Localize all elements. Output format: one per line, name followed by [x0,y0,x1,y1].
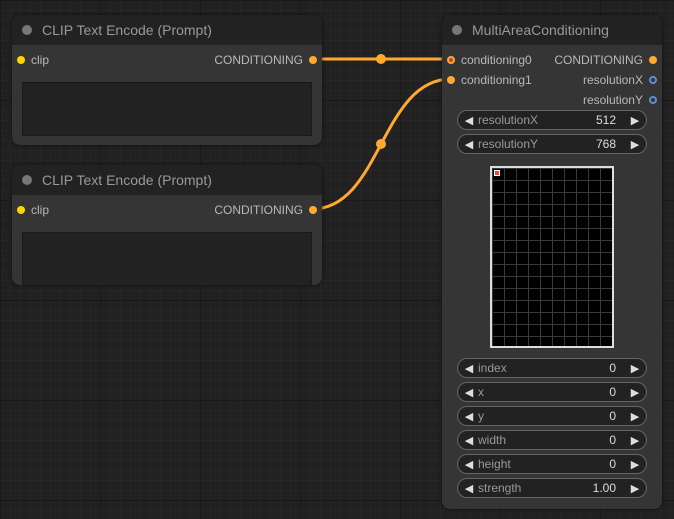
input-slot-clip[interactable]: clip [17,50,49,70]
input-slot-conditioning0[interactable]: conditioning0 [447,50,532,70]
node-title-bar[interactable]: MultiAreaConditioning [442,15,662,45]
area-preview-canvas[interactable] [490,166,614,348]
input-slot-conditioning1[interactable]: conditioning1 [447,70,532,90]
widget-strength[interactable]: ◀ strength 1.00 ▶ [457,478,647,498]
increment-arrow-icon[interactable]: ▶ [628,114,642,127]
output-slot-label: CONDITIONING [554,53,643,67]
increment-arrow-icon[interactable]: ▶ [628,138,642,151]
clip-text-encode-node-2[interactable]: CLIP Text Encode (Prompt) clip CONDITION… [12,165,322,286]
widget-height[interactable]: ◀ height 0 ▶ [457,454,647,474]
conditioning-input-dot-icon[interactable] [447,76,455,84]
output-slot-label: resolutionY [582,93,643,107]
widget-resolutiony[interactable]: ◀ resolutionY 768 ▶ [457,134,647,154]
output-slot-label: CONDITIONING [214,53,303,67]
decrement-arrow-icon[interactable]: ◀ [462,114,476,127]
link-midpoint-handle[interactable] [376,54,386,64]
node-title: MultiAreaConditioning [472,22,609,38]
conditioning-output-dot-icon[interactable] [309,206,317,214]
node-title-bar[interactable]: CLIP Text Encode (Prompt) [12,15,322,45]
multi-area-conditioning-node[interactable]: MultiAreaConditioning conditioning0 cond… [442,15,662,509]
widget-value[interactable]: 0 [609,457,616,471]
widget-value[interactable]: 0 [609,361,616,375]
prompt-text-input[interactable] [22,82,312,136]
int-output-dot-icon[interactable] [649,76,657,84]
collapse-dot-icon[interactable] [22,175,32,185]
output-slot-label: CONDITIONING [214,203,303,217]
widget-label: x [478,385,484,399]
decrement-arrow-icon[interactable]: ◀ [462,138,476,151]
output-slot-conditioning[interactable]: CONDITIONING [214,50,317,70]
increment-arrow-icon[interactable]: ▶ [628,482,642,495]
widget-label: width [478,433,507,447]
output-slot-conditioning[interactable]: CONDITIONING [214,200,317,220]
input-slot-label: conditioning0 [461,53,532,67]
input-slot-label: clip [31,203,50,217]
clip-input-dot-icon[interactable] [17,206,25,214]
widget-value[interactable]: 1.00 [593,481,616,495]
widget-index[interactable]: ◀ index 0 ▶ [457,358,647,378]
widget-label: y [478,409,484,423]
decrement-arrow-icon[interactable]: ◀ [462,458,476,471]
increment-arrow-icon[interactable]: ▶ [628,434,642,447]
widget-value[interactable]: 768 [596,137,616,151]
widget-label: resolutionX [478,113,539,127]
decrement-arrow-icon[interactable]: ◀ [462,482,476,495]
widget-label: strength [478,481,522,495]
widget-value[interactable]: 0 [609,385,616,399]
output-slot-resolutiony[interactable]: resolutionY [583,90,657,110]
increment-arrow-icon[interactable]: ▶ [628,362,642,375]
node-title: CLIP Text Encode (Prompt) [42,22,212,38]
node-title-bar[interactable]: CLIP Text Encode (Prompt) [12,165,322,195]
widget-x[interactable]: ◀ x 0 ▶ [457,382,647,402]
link-midpoint-handle[interactable] [376,139,386,149]
widget-resolutionx[interactable]: ◀ resolutionX 512 ▶ [457,110,647,130]
output-slot-conditioning[interactable]: CONDITIONING [554,50,657,70]
input-slot-label: conditioning1 [461,73,532,87]
widget-label: height [478,457,511,471]
input-slot-label: clip [31,53,50,67]
area-marker-icon[interactable] [494,170,500,176]
widget-y[interactable]: ◀ y 0 ▶ [457,406,647,426]
decrement-arrow-icon[interactable]: ◀ [462,362,476,375]
prompt-text-input[interactable] [22,232,312,286]
widget-value[interactable]: 0 [609,433,616,447]
conditioning-input-dot-icon[interactable] [447,56,455,64]
decrement-arrow-icon[interactable]: ◀ [462,386,476,399]
increment-arrow-icon[interactable]: ▶ [628,410,642,423]
conditioning-output-dot-icon[interactable] [649,56,657,64]
clip-text-encode-node-1[interactable]: CLIP Text Encode (Prompt) clip CONDITION… [12,15,322,145]
conditioning-output-dot-icon[interactable] [309,56,317,64]
widget-label: resolutionY [478,137,539,151]
output-slot-resolutionx[interactable]: resolutionX [583,70,657,90]
widget-value[interactable]: 512 [596,113,616,127]
widget-width[interactable]: ◀ width 0 ▶ [457,430,647,450]
widget-value[interactable]: 0 [609,409,616,423]
input-slot-clip[interactable]: clip [17,200,49,220]
output-slot-label: resolutionX [582,73,643,87]
decrement-arrow-icon[interactable]: ◀ [462,434,476,447]
increment-arrow-icon[interactable]: ▶ [628,458,642,471]
widget-label: index [478,361,507,375]
node-title: CLIP Text Encode (Prompt) [42,172,212,188]
decrement-arrow-icon[interactable]: ◀ [462,410,476,423]
int-output-dot-icon[interactable] [649,96,657,104]
collapse-dot-icon[interactable] [22,25,32,35]
link-wire-conditioning1[interactable] [311,77,452,211]
collapse-dot-icon[interactable] [452,25,462,35]
increment-arrow-icon[interactable]: ▶ [628,386,642,399]
clip-input-dot-icon[interactable] [17,56,25,64]
